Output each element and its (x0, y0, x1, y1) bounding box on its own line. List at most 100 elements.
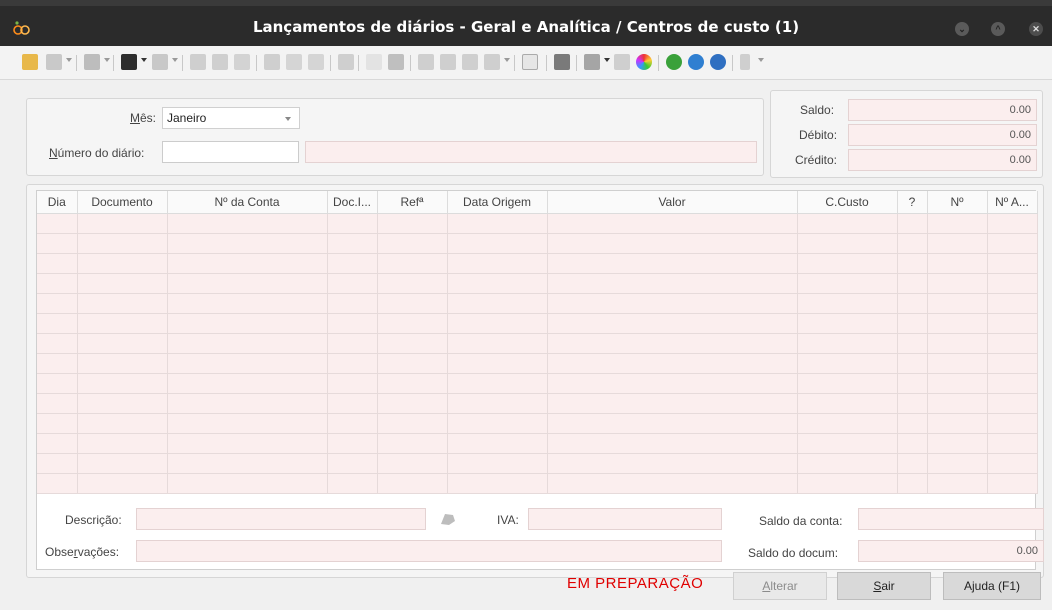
grid-cell[interactable] (797, 433, 898, 454)
grid-cell[interactable] (897, 293, 928, 314)
grid-cell[interactable] (987, 473, 1038, 494)
grid-cell[interactable] (797, 473, 898, 494)
grid-cell[interactable] (327, 233, 378, 254)
dropdown-arrow-icon[interactable] (66, 58, 72, 62)
close-button[interactable]: ✕ (1029, 22, 1043, 36)
grid-cell[interactable] (37, 373, 78, 394)
calc-icon[interactable] (338, 54, 354, 70)
grid-cell[interactable] (987, 373, 1038, 394)
grid-cell[interactable] (797, 413, 898, 434)
grid-cell[interactable] (927, 373, 988, 394)
grid-cell[interactable] (377, 273, 448, 294)
grid-cell[interactable] (327, 393, 378, 414)
grid-cell[interactable] (447, 473, 548, 494)
grid-cell[interactable] (37, 213, 78, 234)
split-icon[interactable] (462, 54, 478, 70)
grid-cell[interactable] (927, 433, 988, 454)
dropdown-arrow-icon[interactable] (604, 58, 610, 62)
grid-cell[interactable] (547, 213, 798, 234)
grid-column-header[interactable]: Nº A... (987, 191, 1038, 214)
grid-cell[interactable] (447, 273, 548, 294)
grid-cell[interactable] (927, 213, 988, 234)
grid-cell[interactable] (797, 213, 898, 234)
dropdown-arrow-icon[interactable] (104, 58, 110, 62)
grid-cell[interactable] (327, 353, 378, 374)
grid-cell[interactable] (377, 333, 448, 354)
grid-cell[interactable] (77, 353, 168, 374)
scanner-icon[interactable] (554, 54, 570, 70)
grid-cell[interactable] (797, 333, 898, 354)
grid-cell[interactable] (327, 473, 378, 494)
grid-cell[interactable] (797, 293, 898, 314)
grid-cell[interactable] (547, 253, 798, 274)
grid-cell[interactable] (327, 293, 378, 314)
descricao-input[interactable] (136, 508, 426, 530)
grid-cell[interactable] (37, 333, 78, 354)
grid-column-header[interactable]: Documento (77, 191, 168, 214)
grid-cell[interactable] (547, 413, 798, 434)
grid-cell[interactable] (927, 453, 988, 474)
grid-cell[interactable] (447, 213, 548, 234)
table-row[interactable] (37, 433, 1038, 454)
grid-column-header[interactable]: Dia (37, 191, 78, 214)
table-row[interactable] (37, 333, 1038, 354)
grid-cell[interactable] (547, 473, 798, 494)
link-icon[interactable] (440, 54, 456, 70)
grid-cell[interactable] (547, 313, 798, 334)
table-row[interactable] (37, 273, 1038, 294)
grid-cell[interactable] (167, 253, 328, 274)
grid-cell[interactable] (37, 353, 78, 374)
grid-cell[interactable] (377, 413, 448, 434)
grid-cell[interactable] (897, 373, 928, 394)
grid-cell[interactable] (447, 413, 548, 434)
grid-cell[interactable] (77, 293, 168, 314)
attach-icon[interactable] (584, 54, 600, 70)
grid-cell[interactable] (547, 233, 798, 254)
grid-column-header[interactable]: Nº (927, 191, 988, 214)
maximize-button[interactable]: ^ (991, 22, 1005, 36)
grid-cell[interactable] (37, 413, 78, 434)
table-row[interactable] (37, 233, 1038, 254)
report-icon[interactable] (484, 54, 500, 70)
grid-cell[interactable] (167, 353, 328, 374)
table-row[interactable] (37, 213, 1038, 234)
grid-cell[interactable] (987, 253, 1038, 274)
grid-cell[interactable] (167, 433, 328, 454)
grid-cell[interactable] (377, 453, 448, 474)
grid-column-header[interactable]: Doc.I... (327, 191, 378, 214)
grid-column-header[interactable]: Valor (547, 191, 798, 214)
grid-cell[interactable] (897, 453, 928, 474)
grid-cell[interactable] (167, 413, 328, 434)
table-row[interactable] (37, 413, 1038, 434)
grid-cell[interactable] (927, 233, 988, 254)
grid-cell[interactable] (987, 353, 1038, 374)
grid-cell[interactable] (897, 353, 928, 374)
grid-icon[interactable] (264, 54, 280, 70)
grid-cell[interactable] (987, 213, 1038, 234)
grid-cell[interactable] (987, 233, 1038, 254)
grid-cell[interactable] (377, 373, 448, 394)
table-row[interactable] (37, 253, 1038, 274)
grid-cell[interactable] (547, 353, 798, 374)
find-icon[interactable] (121, 54, 137, 70)
grid-cell[interactable] (327, 313, 378, 334)
grid-cell[interactable] (797, 273, 898, 294)
table-row[interactable] (37, 293, 1038, 314)
export-icon[interactable] (388, 54, 404, 70)
grid-cell[interactable] (897, 413, 928, 434)
grid-cell[interactable] (327, 373, 378, 394)
grid-cell[interactable] (327, 213, 378, 234)
observacoes-input[interactable] (136, 540, 722, 562)
grid-cell[interactable] (797, 393, 898, 414)
grid-cell[interactable] (927, 313, 988, 334)
grid-column-header[interactable]: Data Origem (447, 191, 548, 214)
minimize-button[interactable]: ⌄ (955, 22, 969, 36)
grid-cell[interactable] (377, 293, 448, 314)
grid-cell[interactable] (897, 393, 928, 414)
print-icon[interactable] (84, 54, 100, 70)
grid-cell[interactable] (987, 413, 1038, 434)
copy-row-icon[interactable] (212, 54, 228, 70)
grid-cell[interactable] (37, 253, 78, 274)
grid-cell[interactable] (547, 373, 798, 394)
grid-cell[interactable] (327, 273, 378, 294)
